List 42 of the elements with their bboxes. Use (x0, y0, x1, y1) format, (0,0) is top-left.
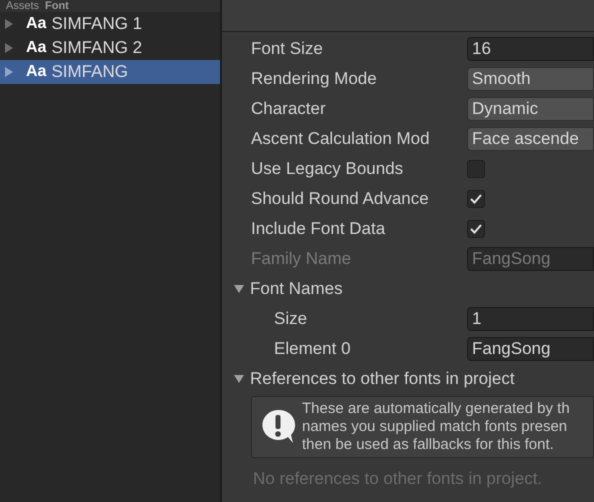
asset-name: SIMFANG 2 (51, 37, 142, 60)
section-title[interactable]: Font Names (250, 276, 343, 302)
font-icon: Aa (26, 12, 46, 36)
font-icon: Aa (26, 36, 46, 60)
section-title[interactable]: References to other fonts in project (250, 366, 515, 392)
expand-arrow-icon[interactable] (4, 18, 14, 30)
dropdown[interactable]: Smooth (467, 67, 594, 91)
check-icon (470, 194, 482, 204)
asset-name: SIMFANG (51, 61, 128, 84)
input-field[interactable]: FangSong (467, 337, 594, 361)
expand-arrow-icon[interactable] (4, 66, 14, 78)
property-label: Ascent Calculation Mod (251, 128, 431, 150)
asset-item[interactable]: Aa SIMFANG 1 (0, 12, 220, 36)
property-label: Should Round Advance (251, 188, 430, 210)
asset-name: SIMFANG 1 (51, 13, 142, 36)
font-icon: Aa (26, 60, 46, 84)
input-field[interactable]: 16 (467, 37, 594, 61)
property-label: Character (251, 98, 327, 120)
help-text: then be used as fallbacks for this font. (302, 436, 555, 454)
asset-item[interactable]: Aa SIMFANG (0, 60, 220, 84)
property-label: Rendering Mode (251, 68, 378, 90)
property-label: Size (274, 308, 308, 330)
checkbox[interactable] (467, 190, 485, 208)
dropdown[interactable]: Dynamic (467, 97, 594, 121)
expand-arrow-icon[interactable] (4, 42, 14, 54)
breadcrumb-item[interactable]: Assets (6, 0, 40, 12)
dropdown[interactable]: Face ascende (467, 127, 594, 151)
checkbox[interactable] (467, 220, 485, 238)
property-label: Element 0 (274, 338, 352, 360)
check-icon (470, 224, 482, 234)
help-text: names you supplied match fonts presen (302, 418, 568, 436)
help-text: These are automatically generated by th (302, 400, 570, 418)
property-label: Font Size (251, 38, 324, 60)
expanded-arrow-icon[interactable] (233, 283, 245, 295)
property-label: Include Font Data (251, 218, 386, 240)
expanded-arrow-icon[interactable] (233, 373, 245, 385)
input-field[interactable]: 1 (467, 307, 594, 331)
property-label: Family Name (251, 248, 352, 270)
breadcrumb-item[interactable]: Font (45, 0, 69, 12)
asset-item[interactable]: Aa SIMFANG 2 (0, 36, 220, 60)
property-label: Use Legacy Bounds (251, 158, 404, 180)
checkbox[interactable] (467, 160, 485, 178)
